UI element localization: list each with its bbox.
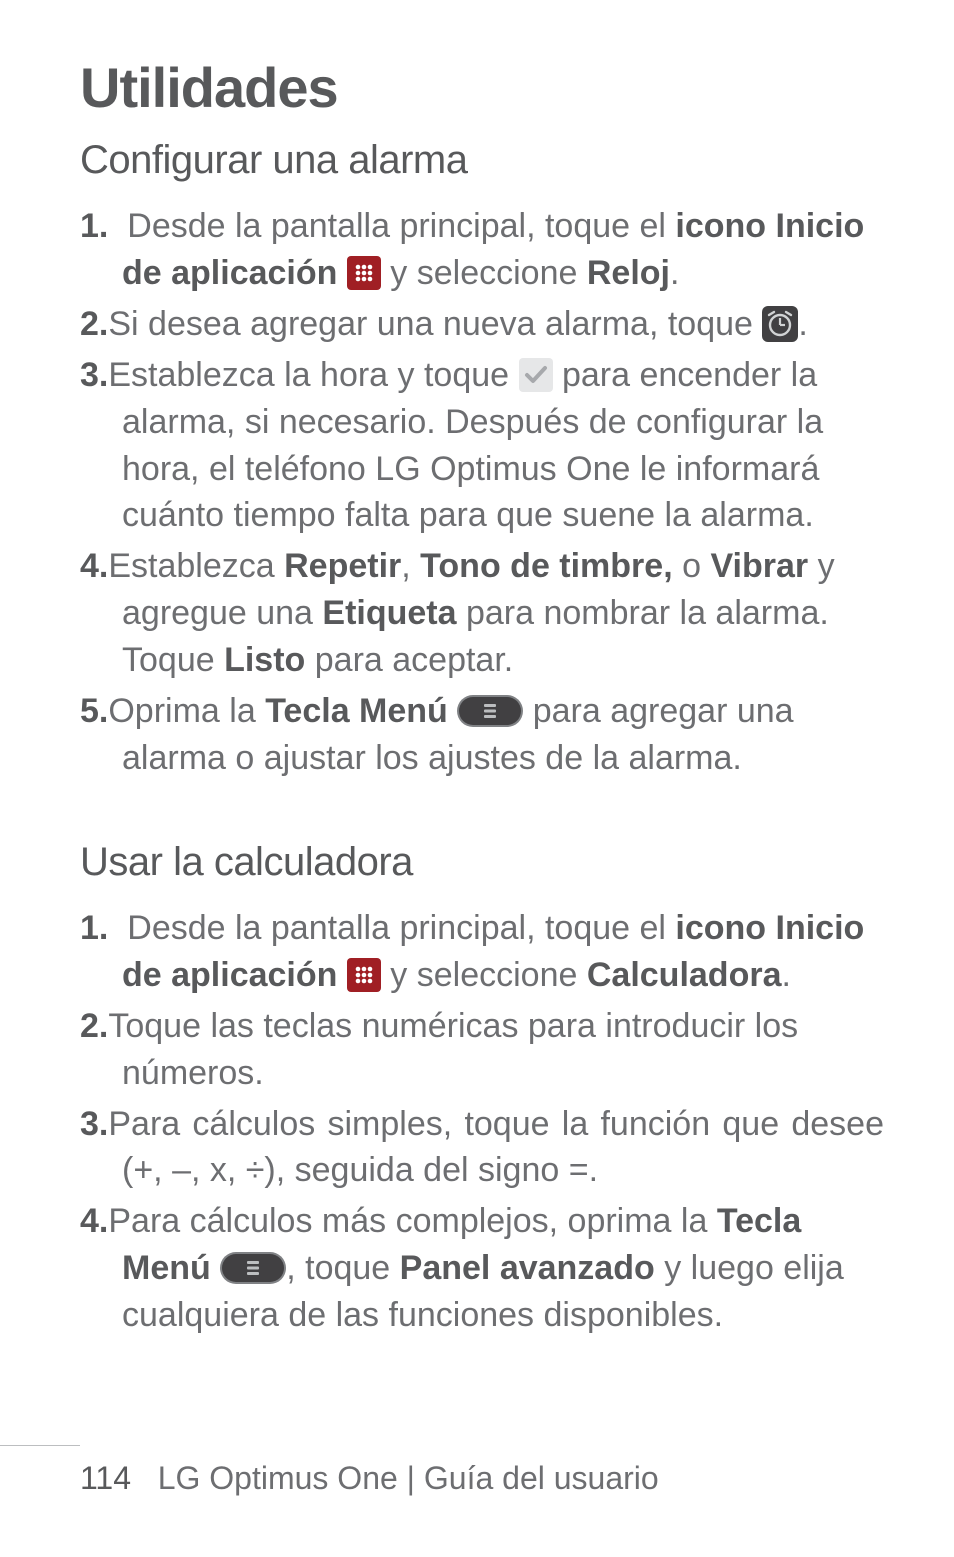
bold-text: Listo <box>224 641 305 679</box>
step-number: 4. <box>80 1202 108 1240</box>
checkbox-icon <box>519 358 553 392</box>
list-item: 5.Oprima la Tecla Menú para agregar una … <box>80 688 884 782</box>
bold-text: Calculadora <box>587 956 782 994</box>
app-launcher-icon <box>347 958 381 992</box>
step-text: Si desea agregar una nueva alarma, toque <box>108 305 762 343</box>
step-number: 4. <box>80 547 108 585</box>
list-item: 2.Si desea agregar una nueva alarma, toq… <box>80 301 884 348</box>
list-item: 4.Establezca Repetir, Tono de timbre, o … <box>80 543 884 684</box>
step-number: 3. <box>80 1105 108 1143</box>
bold-text: Etiqueta <box>322 594 456 632</box>
menu-key-icon <box>220 1252 286 1284</box>
step-text: Establezca <box>108 547 284 585</box>
page-footer: 114 LG Optimus One | Guía del usuario <box>0 1445 954 1497</box>
bold-text: Vibrar <box>710 547 808 585</box>
step-number: 5. <box>80 692 108 730</box>
step-text: . <box>781 956 790 994</box>
list-item: 1. Desde la pantalla principal, toque el… <box>80 905 884 999</box>
chapter-title: Utilidades <box>80 55 884 120</box>
bold-text: Reloj <box>587 254 670 292</box>
step-text: , toque <box>286 1249 399 1287</box>
step-number: 2. <box>80 1007 108 1045</box>
list-item: 3.Para cálculos simples, toque la funció… <box>80 1101 884 1195</box>
step-number: 1. <box>80 909 108 947</box>
step-number: 3. <box>80 356 108 394</box>
step-text: Toque las teclas numéricas para introduc… <box>108 1007 798 1092</box>
list-item: 1. Desde la pantalla principal, toque el… <box>80 203 884 297</box>
step-text: Establezca la hora y toque <box>108 356 518 394</box>
bold-text: Repetir <box>284 547 401 585</box>
footer-divider <box>0 1445 80 1446</box>
step-text: o <box>673 547 711 585</box>
step-text: para aceptar. <box>305 641 513 679</box>
step-text: Desde la pantalla principal, toque el <box>127 909 675 947</box>
step-text: . <box>670 254 679 292</box>
step-text: y seleccione <box>381 254 587 292</box>
alarm-steps-list: 1. Desde la pantalla principal, toque el… <box>80 203 884 782</box>
step-text: , <box>401 547 420 585</box>
bold-text: Panel avanzado <box>400 1249 655 1287</box>
app-launcher-icon <box>347 256 381 290</box>
step-text: Desde la pantalla principal, toque el <box>127 207 675 245</box>
list-item: 3.Establezca la hora y toque para encend… <box>80 352 884 540</box>
section-title-calculator: Usar la calculadora <box>80 840 884 885</box>
section-title-alarm: Configurar una alarma <box>80 138 884 183</box>
list-item: 2.Toque las teclas numéricas para introd… <box>80 1003 884 1097</box>
alarm-clock-icon <box>762 306 798 342</box>
step-number: 1. <box>80 207 108 245</box>
step-number: 2. <box>80 305 108 343</box>
step-text: Para cálculos más complejos, oprima la <box>108 1202 716 1240</box>
menu-key-icon <box>457 695 523 727</box>
bold-text: Tono de timbre, <box>420 547 672 585</box>
bold-text: Tecla Menú <box>265 692 448 730</box>
footer-text: 114 LG Optimus One | Guía del usuario <box>0 1460 884 1497</box>
step-text: y seleccione <box>381 956 587 994</box>
page-number: 114 <box>80 1460 131 1496</box>
step-text: Para cálculos simples, toque la función … <box>108 1105 884 1190</box>
list-item: 4.Para cálculos más complejos, oprima la… <box>80 1198 884 1339</box>
step-text: Oprima la <box>108 692 265 730</box>
page-body: Utilidades Configurar una alarma 1. Desd… <box>0 0 954 1339</box>
step-text: . <box>798 305 807 343</box>
calculator-steps-list: 1. Desde la pantalla principal, toque el… <box>80 905 884 1339</box>
footer-title: LG Optimus One | Guía del usuario <box>158 1460 659 1496</box>
